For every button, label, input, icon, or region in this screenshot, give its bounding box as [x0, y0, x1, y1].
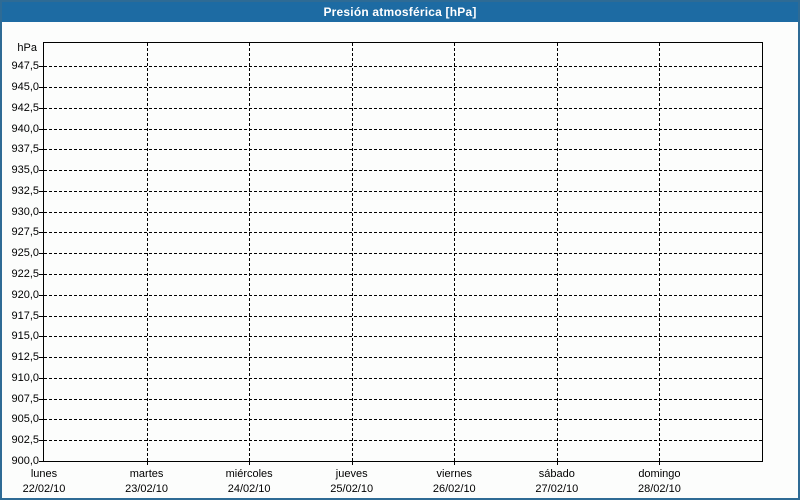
- h-gridline: [44, 357, 762, 359]
- x-tick-mark: [351, 462, 353, 465]
- v-gridline: [659, 43, 661, 461]
- y-axis-tick-label: 940,0: [11, 122, 39, 135]
- h-gridline: [44, 377, 762, 379]
- plot-area: [43, 42, 763, 462]
- y-tick-mark: [39, 294, 43, 296]
- y-tick-mark: [39, 107, 43, 109]
- x-axis-tick-label: miércoles 24/02/10: [194, 467, 304, 497]
- x-axis-date: 24/02/10: [227, 483, 271, 495]
- v-gridline: [351, 43, 353, 461]
- x-axis-date: 27/02/10: [535, 483, 579, 495]
- y-tick-mark: [39, 87, 43, 89]
- y-tick-mark: [39, 170, 43, 172]
- h-gridline: [44, 294, 762, 296]
- x-axis-tick-label: jueves 25/02/10: [297, 467, 407, 497]
- h-gridline: [44, 211, 762, 213]
- x-axis-day-name: lunes: [30, 468, 58, 480]
- y-axis-tick-label: 932,5: [11, 184, 39, 197]
- h-gridline: [44, 419, 762, 421]
- x-tick-mark: [454, 462, 456, 465]
- y-axis-tick-label: 922,5: [11, 268, 39, 281]
- h-gridline: [44, 398, 762, 400]
- y-tick-mark: [39, 274, 43, 276]
- x-tick-mark: [659, 462, 661, 465]
- y-tick-mark: [39, 66, 43, 68]
- y-axis-tick-label: 947,5: [11, 60, 39, 73]
- h-gridline: [44, 190, 762, 192]
- y-axis-tick-label: 942,5: [11, 101, 39, 114]
- y-tick-mark: [39, 232, 43, 234]
- v-gridline: [146, 43, 148, 461]
- y-axis-tick-label: 935,0: [11, 164, 39, 177]
- h-gridline: [44, 149, 762, 151]
- h-gridline: [44, 232, 762, 234]
- x-axis-tick-label: domingo 28/02/10: [604, 467, 714, 497]
- y-axis-tick-label: 910,0: [11, 371, 39, 384]
- y-axis-tick-label: 937,5: [11, 143, 39, 156]
- x-axis-day-name: viernes: [436, 468, 473, 480]
- y-tick-mark: [39, 377, 43, 379]
- y-tick-mark: [39, 190, 43, 192]
- chart-title: Presión atmosférica [hPa]: [323, 5, 477, 19]
- h-gridline: [44, 440, 762, 442]
- h-gridline: [44, 336, 762, 338]
- h-gridline: [44, 107, 762, 109]
- x-axis-tick-label: lunes 22/02/10: [2, 467, 99, 497]
- v-gridline: [556, 43, 558, 461]
- x-axis-date: 22/02/10: [22, 483, 66, 495]
- y-tick-mark: [39, 440, 43, 442]
- x-axis-date: 28/02/10: [638, 483, 681, 495]
- x-axis-day-name: sábado: [538, 468, 575, 480]
- y-axis-tick-label: 907,5: [11, 392, 39, 405]
- x-axis-day-name: domingo: [638, 468, 681, 480]
- x-tick-mark: [556, 462, 558, 465]
- x-axis-tick-label: viernes 26/02/10: [399, 467, 509, 497]
- h-gridline: [44, 274, 762, 276]
- h-gridline: [44, 66, 762, 68]
- y-axis-tick-label: 900,0: [11, 455, 39, 467]
- y-tick-mark: [39, 253, 43, 255]
- y-tick-mark: [39, 398, 43, 400]
- h-gridline: [44, 87, 762, 89]
- y-axis-tick-label: 912,5: [11, 351, 39, 364]
- x-tick-mark: [249, 462, 251, 465]
- h-gridline: [44, 253, 762, 255]
- y-tick-mark: [39, 461, 43, 462]
- y-axis-tick-label: 915,0: [11, 330, 39, 343]
- y-tick-mark: [39, 149, 43, 151]
- y-tick-mark: [39, 128, 43, 130]
- y-axis-tick-label: 945,0: [11, 81, 39, 94]
- h-gridline: [44, 170, 762, 172]
- x-axis-date: 23/02/10: [125, 483, 168, 495]
- x-axis-day-name: martes: [129, 468, 164, 480]
- y-tick-mark: [39, 357, 43, 359]
- x-axis-day-name: jueves: [335, 468, 368, 480]
- y-axis-tick-label: 902,5: [11, 434, 39, 447]
- x-axis-tick-label: sábado 27/02/10: [502, 467, 612, 497]
- h-gridline: [44, 128, 762, 130]
- y-axis-tick-label: 905,0: [11, 413, 39, 426]
- y-axis-tick-label: 917,5: [11, 309, 39, 322]
- x-axis-date: 26/02/10: [432, 483, 476, 495]
- y-axis-tick-label: 925,0: [11, 247, 39, 260]
- x-axis-tick-label: martes 23/02/10: [92, 467, 202, 497]
- h-gridline: [44, 315, 762, 317]
- x-tick-mark: [146, 462, 148, 465]
- y-tick-mark: [39, 336, 43, 338]
- y-axis-tick-label: 927,5: [11, 226, 39, 239]
- y-axis-tick-label: 930,0: [11, 205, 39, 218]
- v-gridline: [454, 43, 456, 461]
- v-gridline: [249, 43, 251, 461]
- y-tick-mark: [39, 315, 43, 317]
- title-bar: Presión atmosférica [hPa]: [2, 2, 798, 22]
- chart-window: Presión atmosférica [hPa] hPa 947,5 945,0…: [0, 0, 800, 500]
- x-axis-day-name: miércoles: [225, 468, 273, 480]
- y-axis-unit-label: hPa: [17, 42, 37, 54]
- y-axis-tick-label: 920,0: [11, 288, 39, 301]
- y-tick-mark: [39, 419, 43, 421]
- y-tick-mark: [39, 211, 43, 213]
- x-axis-date: 25/02/10: [330, 483, 374, 495]
